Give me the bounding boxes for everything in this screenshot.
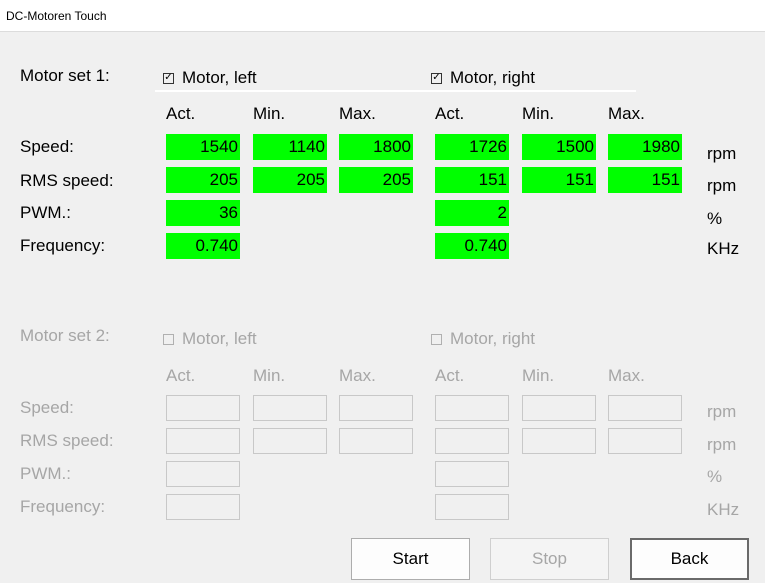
checkbox-label: Motor, left	[182, 68, 257, 87]
header-left-min: Min.	[253, 104, 286, 123]
rms-speed2-unit: rpm	[707, 435, 737, 454]
checkbox-unchecked-icon	[163, 333, 174, 345]
pwm-label: PWM.:	[20, 203, 71, 222]
pwm-left-act-value: 36	[166, 200, 240, 226]
checkbox-label: Motor, left	[182, 329, 257, 348]
header-right-min: Min.	[522, 104, 555, 123]
checkbox-label: Motor, right	[450, 68, 536, 87]
window-title: DC-Motoren Touch	[6, 9, 107, 23]
speed2-right-min-field	[522, 395, 596, 421]
checkbox-label: Motor, right	[450, 329, 536, 348]
rms-speed2-label: RMS speed:	[20, 431, 114, 450]
header2-right-act: Act.	[435, 366, 465, 385]
speed-left-max-value: 1800	[339, 134, 413, 160]
checkbox-checked-icon: ✓	[163, 72, 174, 84]
header2-left-act: Act.	[166, 366, 196, 385]
checkbox-unchecked-icon	[431, 333, 442, 345]
frequency2-left-act-field	[166, 494, 240, 520]
title-bar: DC-Motoren Touch	[0, 0, 765, 32]
pwm-unit: %	[707, 209, 723, 228]
frequency-left-act-value: 0.740	[166, 233, 240, 259]
speed-left-act-value: 1540	[166, 134, 240, 160]
pwm2-right-act-field	[435, 461, 509, 487]
speed2-unit: rpm	[707, 402, 737, 421]
speed-label: Speed:	[20, 137, 74, 156]
rms2-right-min-field	[522, 428, 596, 454]
rms-left-min-value: 205	[253, 167, 327, 193]
speed2-right-max-field	[608, 395, 682, 421]
pwm2-unit: %	[707, 467, 723, 486]
rms2-left-max-field	[339, 428, 413, 454]
checkbox-checked-icon: ✓	[431, 72, 442, 84]
pwm2-left-act-field	[166, 461, 240, 487]
speed2-label: Speed:	[20, 398, 74, 417]
rms-left-max-value: 205	[339, 167, 413, 193]
separator-line	[155, 90, 636, 92]
rms-speed-label: RMS speed:	[20, 171, 114, 190]
back-button[interactable]: Back	[630, 538, 749, 580]
motor-set-1-right-checkbox[interactable]: ✓ Motor, right	[431, 68, 535, 88]
rms-right-act-value: 151	[435, 167, 509, 193]
rms2-right-act-field	[435, 428, 509, 454]
speed-left-min-value: 1140	[253, 134, 327, 160]
motor-set-1-label: Motor set 1:	[20, 66, 110, 85]
frequency-unit: KHz	[707, 239, 740, 258]
rms-speed-unit: rpm	[707, 176, 737, 195]
rms-left-act-value: 205	[166, 167, 240, 193]
header-right-max: Max.	[608, 104, 645, 123]
header-right-act: Act.	[435, 104, 465, 123]
speed2-right-act-field	[435, 395, 509, 421]
header2-right-min: Min.	[522, 366, 555, 385]
pwm2-label: PWM.:	[20, 464, 71, 483]
header-left-act: Act.	[166, 104, 196, 123]
header2-right-max: Max.	[608, 366, 645, 385]
frequency-right-act-value: 0.740	[435, 233, 509, 259]
frequency-label: Frequency:	[20, 236, 106, 255]
speed2-left-min-field	[253, 395, 327, 421]
frequency2-unit: KHz	[707, 500, 740, 519]
stop-button[interactable]: Stop	[490, 538, 609, 580]
rms-right-min-value: 151	[522, 167, 596, 193]
motor-set-1-left-checkbox[interactable]: ✓ Motor, left	[163, 68, 257, 88]
speed-right-act-value: 1726	[435, 134, 509, 160]
speed2-left-act-field	[166, 395, 240, 421]
header2-left-max: Max.	[339, 366, 376, 385]
speed-right-max-value: 1980	[608, 134, 682, 160]
rms-right-max-value: 151	[608, 167, 682, 193]
pwm-right-act-value: 2	[435, 200, 509, 226]
rms2-left-min-field	[253, 428, 327, 454]
header2-left-min: Min.	[253, 366, 286, 385]
speed-unit: rpm	[707, 144, 737, 163]
motor-set-2-left-checkbox[interactable]: Motor, left	[163, 329, 257, 349]
motor-set-2-right-checkbox[interactable]: Motor, right	[431, 329, 535, 349]
frequency2-label: Frequency:	[20, 497, 106, 516]
rms2-right-max-field	[608, 428, 682, 454]
motor-set-2-label: Motor set 2:	[20, 326, 110, 345]
frequency2-right-act-field	[435, 494, 509, 520]
speed2-left-max-field	[339, 395, 413, 421]
start-button[interactable]: Start	[351, 538, 470, 580]
header-left-max: Max.	[339, 104, 376, 123]
speed-right-min-value: 1500	[522, 134, 596, 160]
rms2-left-act-field	[166, 428, 240, 454]
